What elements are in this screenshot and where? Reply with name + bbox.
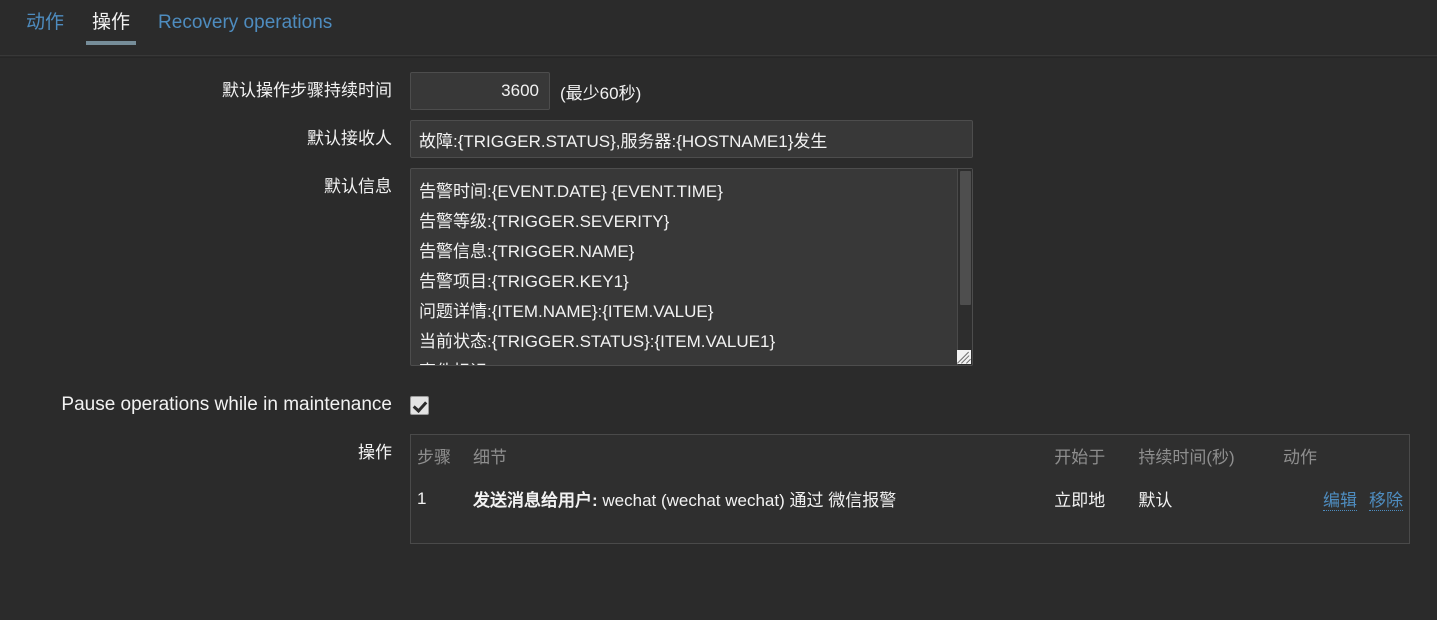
default-message-scrollbar[interactable] <box>957 169 972 365</box>
column-header-step: 步骤 <box>417 448 451 467</box>
field-default-subject <box>410 120 973 158</box>
default-step-duration-hint: (最少60秒) <box>560 83 642 103</box>
resize-grip-icon[interactable] <box>957 350 971 364</box>
label-default-step-duration: 默认操作步骤持续时间 <box>222 81 392 100</box>
field-default-message <box>410 168 973 366</box>
operations-table-container: 步骤 细节 开始于 持续时间(秒) 动作 1 发送消息给用户: wechat (… <box>410 434 1410 544</box>
cell-details: 发送消息给用户: wechat (wechat wechat) 通过 微信报警 <box>467 476 1048 521</box>
cell-duration: 默认 <box>1138 491 1173 510</box>
edit-link[interactable]: 编辑 <box>1323 491 1357 511</box>
row-default-step-duration: 默认操作步骤持续时间 (最少60秒) <box>0 72 1437 110</box>
label-operations: 操作 <box>358 443 392 462</box>
cell-action: 编辑 移除 <box>1277 476 1409 521</box>
field-operations: 步骤 细节 开始于 持续时间(秒) 动作 1 发送消息给用户: wechat (… <box>410 434 1410 544</box>
pause-operations-checkbox[interactable] <box>410 395 429 415</box>
tab-bar-divider <box>0 55 1437 56</box>
row-default-message: 默认信息 <box>0 168 1437 366</box>
table-row: 1 发送消息给用户: wechat (wechat wechat) 通过 微信报… <box>411 476 1409 521</box>
label-default-subject: 默认接收人 <box>307 129 392 148</box>
cell-details-target: 发送消息给用户: <box>473 491 598 510</box>
default-step-duration-input[interactable] <box>410 72 550 110</box>
default-message-textarea[interactable] <box>410 168 973 366</box>
column-header-duration: 持续时间(秒) <box>1138 448 1235 467</box>
field-default-step-duration: (最少60秒) <box>410 72 641 110</box>
column-header-details: 细节 <box>473 448 507 467</box>
tab-actions[interactable]: 动作 <box>12 0 78 48</box>
default-message-scrollbar-thumb[interactable] <box>960 171 971 305</box>
table-header-row: 步骤 细节 开始于 持续时间(秒) 动作 <box>411 435 1409 476</box>
tab-bar-divider-shadow <box>0 57 1437 58</box>
default-subject-input[interactable] <box>410 120 973 158</box>
operations-table: 步骤 细节 开始于 持续时间(秒) 动作 1 发送消息给用户: wechat (… <box>411 435 1409 521</box>
default-message-wrapper <box>410 168 973 366</box>
row-operations-table: 操作 步骤 细节 开始于 持续时间(秒) 动作 1 发送消息给用户: wecha… <box>0 434 1437 544</box>
row-default-subject: 默认接收人 <box>0 120 1437 158</box>
cell-start-in: 立即地 <box>1054 491 1106 510</box>
remove-link[interactable]: 移除 <box>1369 491 1403 511</box>
column-header-action: 动作 <box>1283 448 1317 467</box>
cell-step: 1 <box>417 488 427 508</box>
label-pause-operations: Pause operations while in maintenance <box>61 394 392 415</box>
cell-details-media: wechat (wechat wechat) 通过 微信报警 <box>602 491 897 510</box>
label-default-message: 默认信息 <box>324 177 392 196</box>
row-pause-operations: Pause operations while in maintenance <box>0 394 1437 416</box>
tab-operations[interactable]: 操作 <box>78 0 144 48</box>
tab-recovery-operations[interactable]: Recovery operations <box>144 0 346 48</box>
operations-form: 默认操作步骤持续时间 (最少60秒) 默认接收人 默认信息 Pause oper… <box>0 56 1437 544</box>
tab-bar: 动作 操作 Recovery operations <box>0 0 1437 58</box>
operations-table-footer-spacer <box>411 521 1409 543</box>
column-header-start-in: 开始于 <box>1054 448 1106 467</box>
